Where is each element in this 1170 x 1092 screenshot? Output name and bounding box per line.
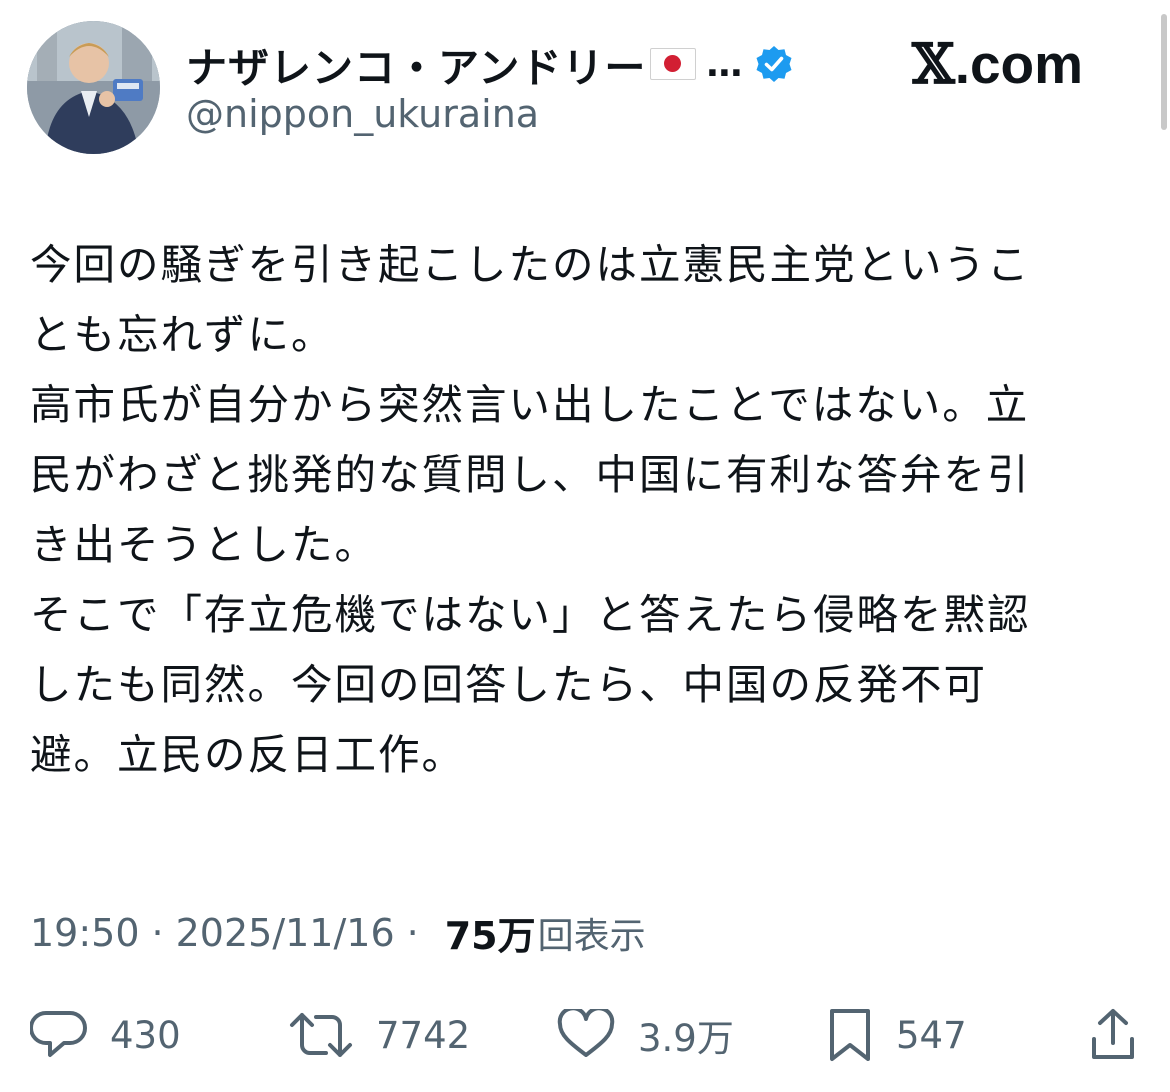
- x-logo-glyph: 𝕏: [912, 31, 955, 96]
- views-label: 回表示: [537, 915, 646, 957]
- avatar-photo-icon: [27, 21, 160, 154]
- display-name[interactable]: ナザレンコ・アンドリー: [186, 34, 646, 94]
- avatar[interactable]: [27, 21, 160, 154]
- japan-flag-icon: [650, 48, 697, 80]
- repost-count: 7742: [376, 1013, 471, 1057]
- repost-icon: [290, 1013, 352, 1057]
- action-bar: 430 7742 3.9万 547: [0, 990, 1170, 1080]
- tweet-line: き出そうとした。: [30, 520, 379, 569]
- tweet-text: 今回の騒ぎを引き起こしたのは立憲民主党というこ とも忘れずに。 高市氏が自分から…: [30, 230, 1140, 790]
- tweet-line: 避。立民の反日工作。: [30, 730, 466, 779]
- bookmark-count: 547: [896, 1013, 967, 1057]
- like-count: 3.9万: [638, 1017, 734, 1060]
- reply-icon: [30, 1011, 87, 1057]
- tweet-line: 高市氏が自分から突然言い出したことではない。立: [30, 380, 1030, 429]
- share-icon: [1092, 1009, 1134, 1059]
- views-count: 75万: [444, 914, 536, 958]
- x-com-logo: 𝕏.com: [912, 31, 1083, 96]
- name-truncation: …: [706, 43, 743, 85]
- tweet-line: したも同然。今回の回答したら、中国の反発不可: [30, 660, 988, 709]
- tweet-line: 民がわざと挑発的な質問し、中国に有利な答弁を引: [30, 450, 1031, 499]
- name-row: ナザレンコ・アンドリー …: [186, 34, 794, 94]
- tweet-meta: 19:50 · 2025/11/16 · 75万 回表示: [30, 905, 646, 960]
- meta-separator: ·: [151, 910, 164, 955]
- x-logo-suffix: .com: [954, 33, 1084, 95]
- repost-button[interactable]: 7742: [288, 990, 470, 1080]
- tweet-time[interactable]: 19:50: [30, 911, 140, 955]
- tweet-line: とも忘れずに。: [30, 310, 335, 359]
- reply-count: 430: [110, 1013, 181, 1057]
- verified-badge-icon: [754, 44, 794, 84]
- bookmark-button[interactable]: 547: [826, 990, 967, 1080]
- like-button[interactable]: 3.9万: [556, 990, 734, 1080]
- tweet-line: 今回の騒ぎを引き起こしたのは立憲民主党というこ: [30, 240, 1031, 289]
- user-handle[interactable]: @nippon_ukuraina: [186, 92, 539, 136]
- heart-icon: [557, 1009, 615, 1057]
- meta-separator: ·: [406, 910, 419, 955]
- tweet-header: ナザレンコ・アンドリー … @nippon_ukuraina 𝕏.com: [0, 0, 1170, 170]
- tweet-line: そこで「存立危機ではない」と答えたら侵略を黙認: [30, 590, 1031, 639]
- share-button[interactable]: [1088, 990, 1138, 1080]
- tweet-date[interactable]: 2025/11/16: [176, 911, 395, 955]
- reply-button[interactable]: 430: [30, 990, 181, 1080]
- scrollbar[interactable]: [1161, 14, 1167, 130]
- bookmark-icon: [830, 1009, 870, 1061]
